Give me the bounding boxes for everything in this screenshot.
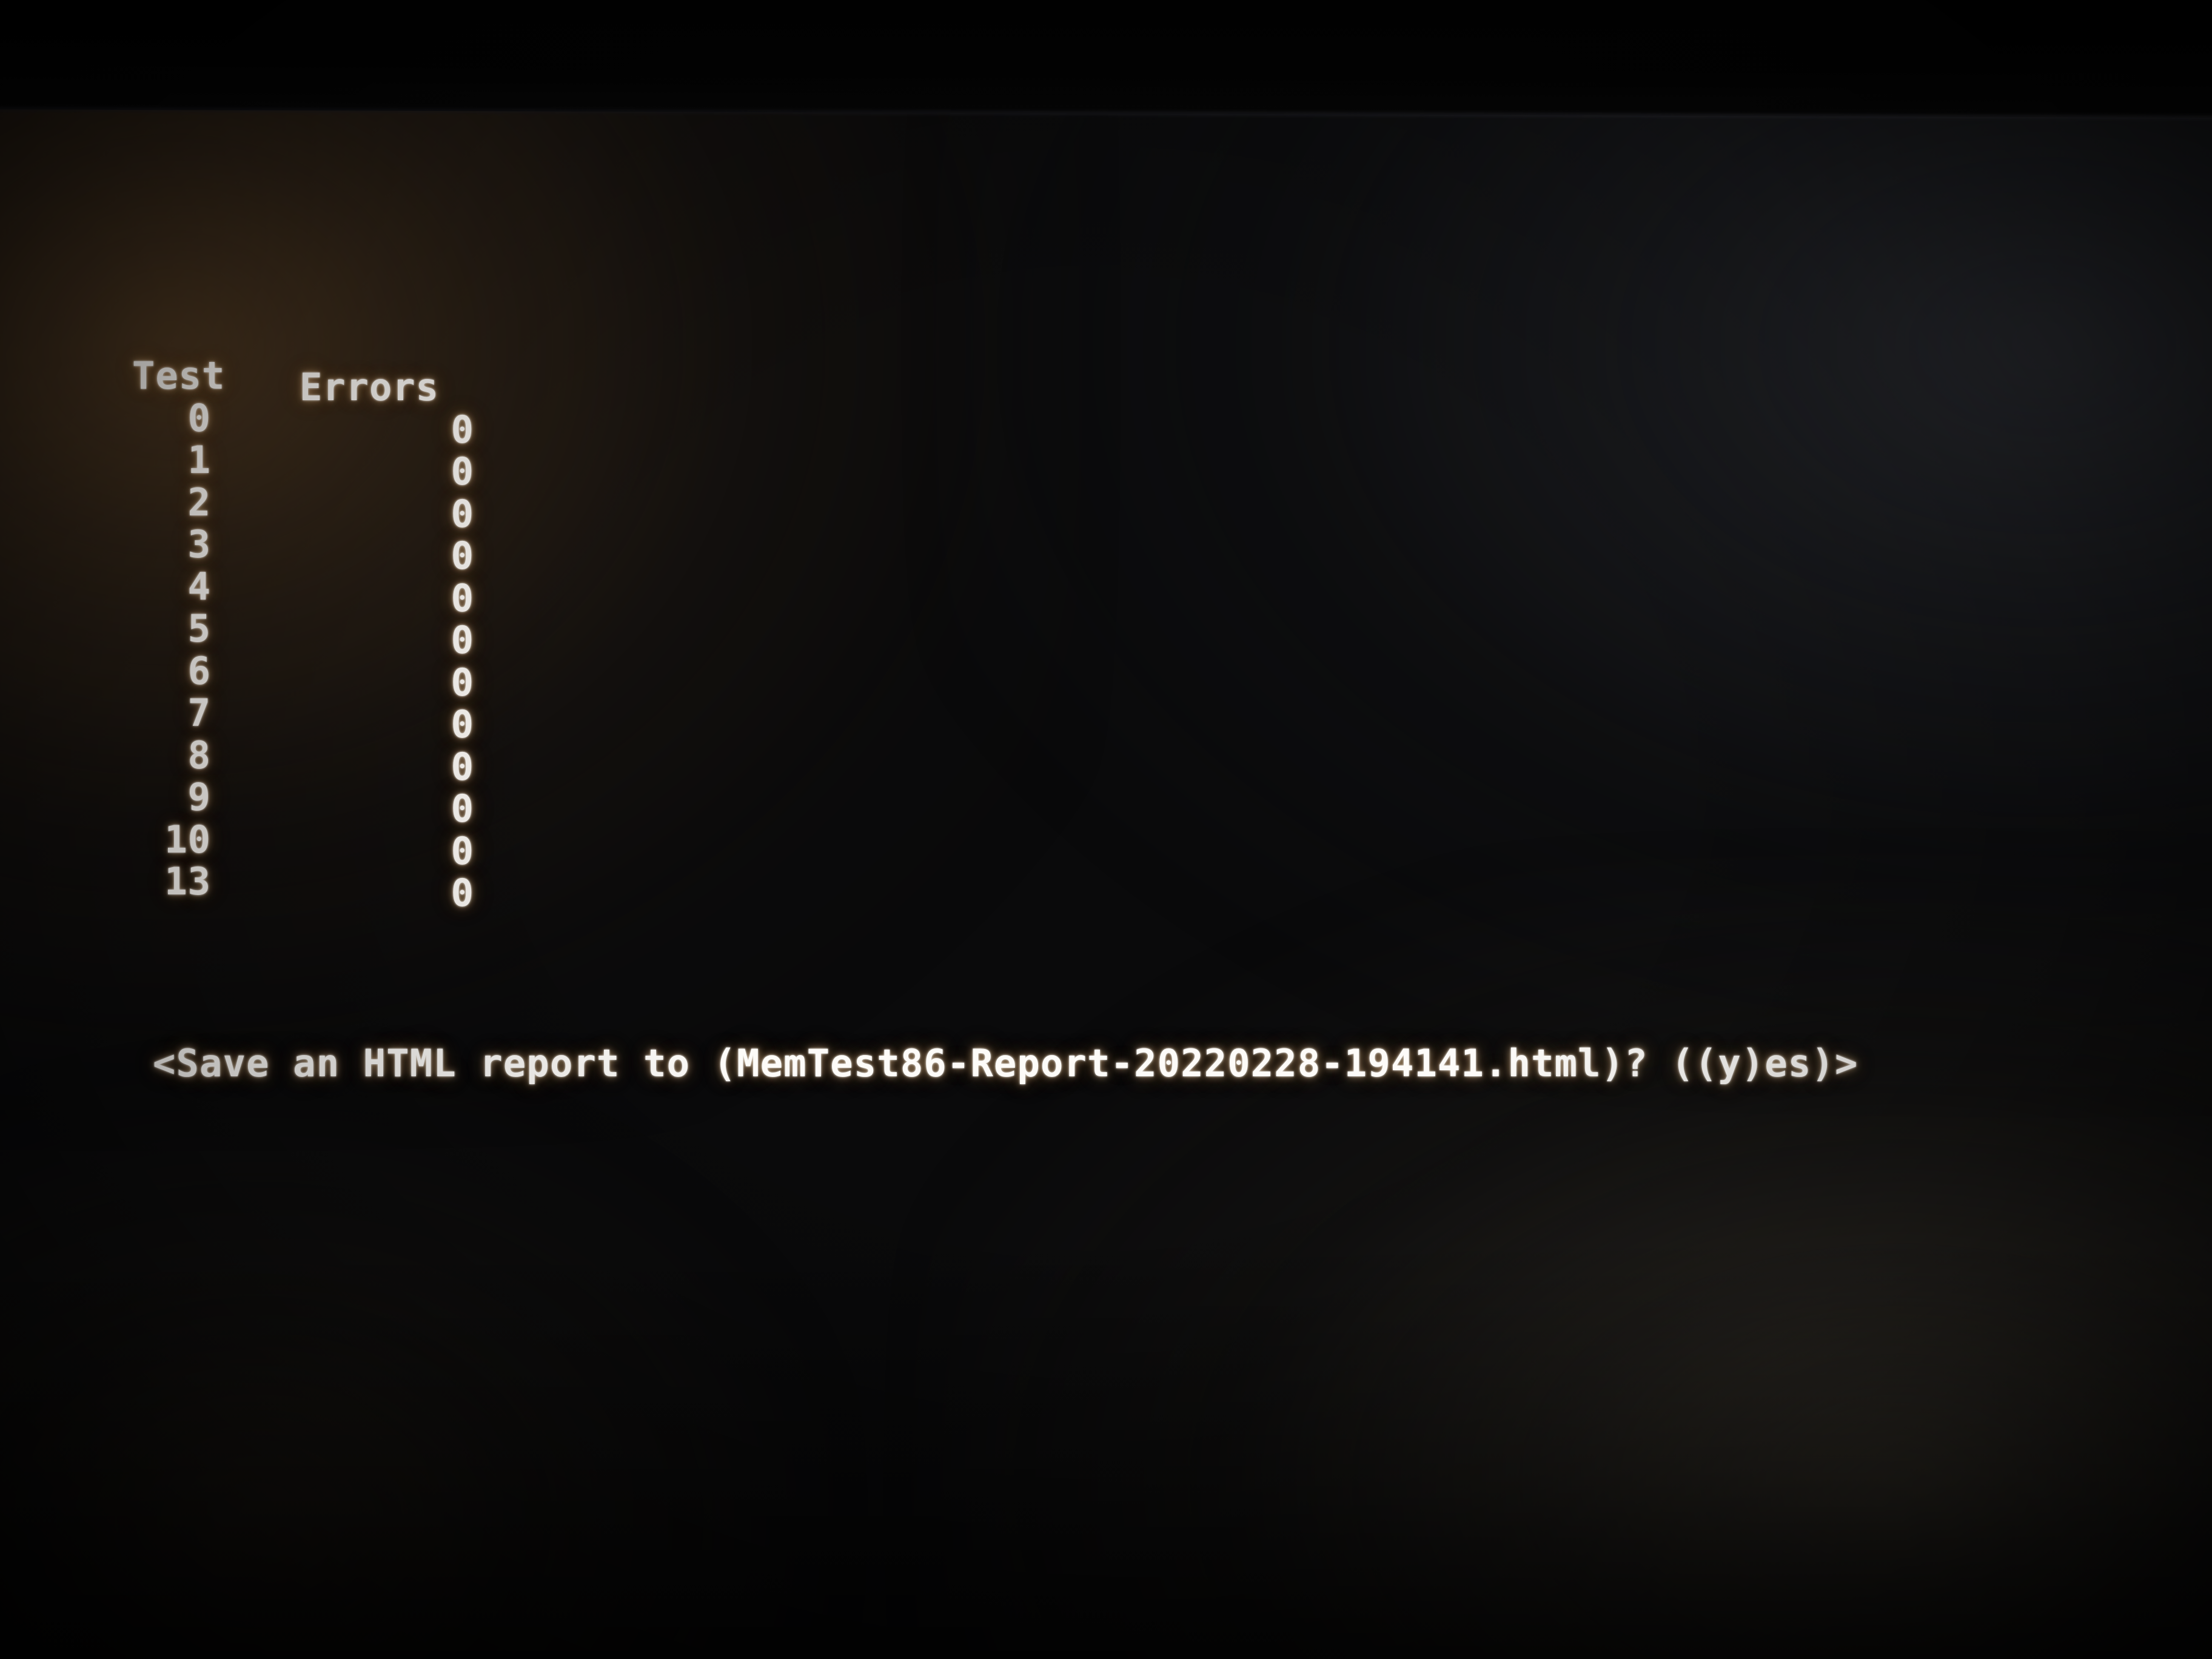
monitor-photo: Test Errors 0 0 1 0 2 0 3 0 4 0 5 0 6 0 …: [0, 0, 2212, 1659]
cell-error-count: 0: [451, 744, 474, 789]
cell-error-count: 0: [451, 491, 474, 536]
table-row: 4 0: [132, 554, 474, 619]
cell-error-count: 0: [451, 534, 474, 578]
table-row: 2 0: [132, 470, 474, 535]
cell-error-count: 0: [451, 660, 474, 705]
cell-error-count: 0: [451, 618, 474, 662]
table-row: 9 0: [132, 765, 474, 830]
table-row: 1 0: [132, 427, 474, 492]
table-row: 5 0: [132, 596, 474, 661]
cell-test-number: 13: [164, 859, 211, 903]
memtest-console: Test Errors 0 0 1 0 2 0 3 0 4 0 5 0 6 0 …: [0, 0, 2212, 1659]
table-row: 13 0: [132, 849, 474, 914]
table-row: 6 0: [132, 638, 474, 703]
cell-error-count: 0: [451, 407, 474, 452]
column-header-errors: Errors: [300, 365, 439, 409]
cell-error-count: 0: [451, 786, 474, 831]
table-row: 10 0: [132, 807, 474, 872]
save-report-prompt[interactable]: <Save an HTML report to (MemTest86-Repor…: [153, 1039, 1858, 1088]
cell-error-count: 0: [451, 575, 474, 620]
cell-error-count: 0: [451, 449, 474, 494]
table-row: 8 0: [132, 723, 474, 788]
table-row: 3 0: [132, 512, 474, 577]
table-row: 0 0: [132, 386, 474, 451]
cell-error-count: 0: [451, 828, 474, 873]
table-row: 7 0: [132, 680, 474, 745]
test-results-table: Test Errors 0 0 1 0 2 0 3 0 4 0 5 0 6 0 …: [132, 343, 474, 914]
table-header-row: Test Errors: [132, 343, 438, 408]
cell-error-count: 0: [451, 702, 474, 746]
cell-error-count: 0: [451, 871, 474, 915]
